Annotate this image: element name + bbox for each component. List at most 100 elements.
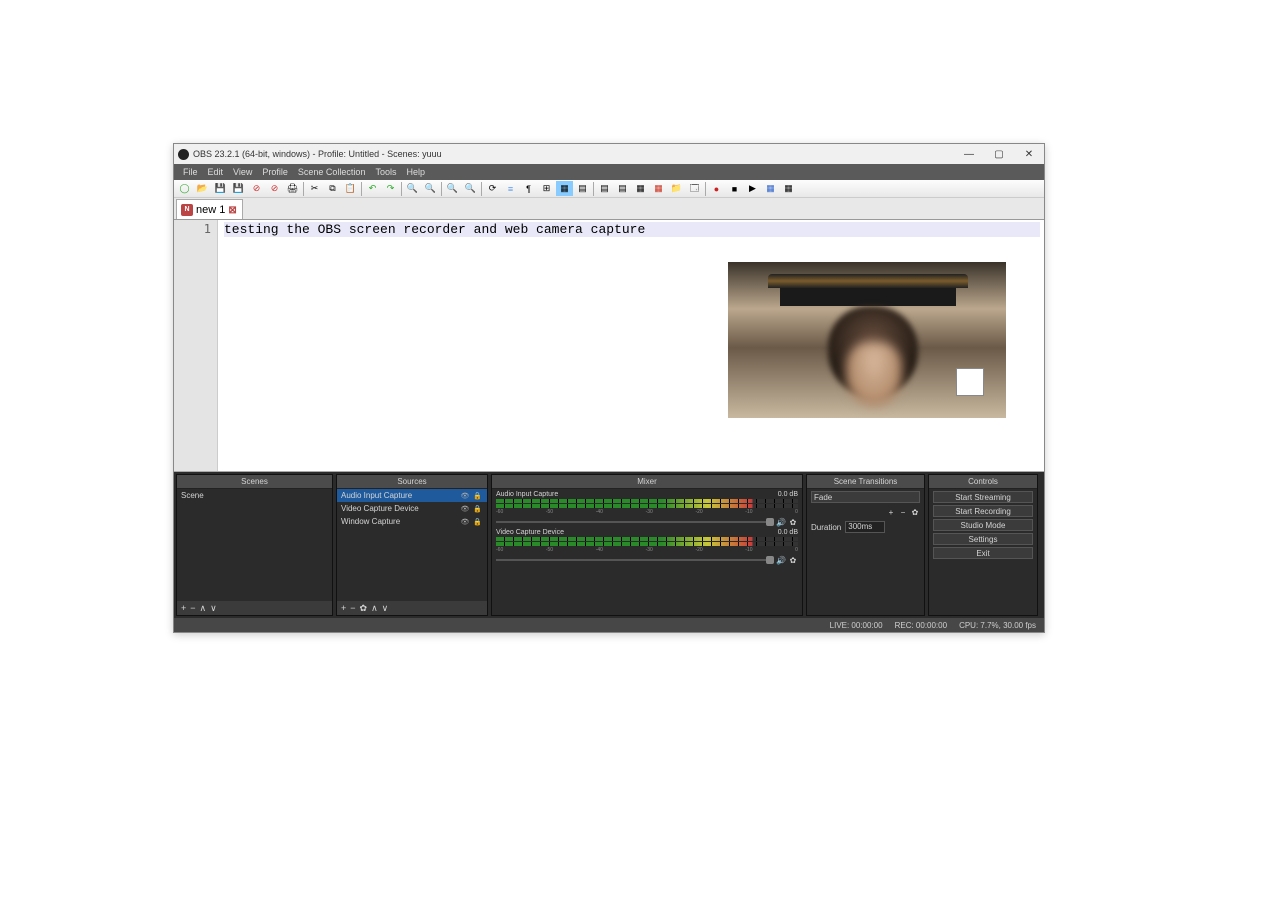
lang-icon[interactable]: ▦ xyxy=(556,181,573,196)
menu-scene-collection[interactable]: Scene Collection xyxy=(293,167,371,177)
source-item-window[interactable]: Window Capture👁 🔒 xyxy=(337,515,487,528)
menubar: File Edit View Profile Scene Collection … xyxy=(174,164,1044,180)
mixer-header[interactable]: Mixer xyxy=(492,475,802,489)
tab-close-icon[interactable]: ⊠ xyxy=(228,205,238,215)
transition-select[interactable]: Fade xyxy=(811,491,920,503)
fold-icon[interactable]: ▤ xyxy=(596,181,613,196)
zoom-in-icon[interactable]: 🔍 xyxy=(444,181,461,196)
play-icon[interactable]: ▶ xyxy=(744,181,761,196)
source-up-button[interactable]: ∧ xyxy=(371,603,378,614)
sources-header[interactable]: Sources xyxy=(337,475,487,489)
remove-transition-button[interactable]: − xyxy=(898,507,908,517)
volume-slider[interactable] xyxy=(496,521,774,523)
save-icon[interactable]: 💾 xyxy=(212,181,229,196)
save-all-icon[interactable]: 💾 xyxy=(230,181,247,196)
source-props-button[interactable]: ✿ xyxy=(360,603,368,614)
exit-button[interactable]: Exit xyxy=(933,547,1033,559)
func-list-icon[interactable]: ▦ xyxy=(650,181,667,196)
mixer-ch-name: Audio Input Capture xyxy=(496,491,558,498)
studio-mode-button[interactable]: Studio Mode xyxy=(933,519,1033,531)
scenes-footer: + − ∧ ∨ xyxy=(177,601,332,615)
meter-ticks: -60-50-40-30-20-100 xyxy=(496,509,798,515)
speaker-icon[interactable]: 🔊 xyxy=(776,555,786,565)
redo-icon[interactable]: ↷ xyxy=(382,181,399,196)
controls-header[interactable]: Controls xyxy=(929,475,1037,489)
cut-icon[interactable]: ✂ xyxy=(306,181,323,196)
menu-profile[interactable]: Profile xyxy=(257,167,293,177)
visibility-icon[interactable]: 👁 🔒 xyxy=(460,518,483,526)
paste-icon[interactable]: 📋 xyxy=(342,181,359,196)
close-all-icon[interactable]: ⊘ xyxy=(266,181,283,196)
zoom-out-icon[interactable]: 🔍 xyxy=(462,181,479,196)
record-icon[interactable]: ● xyxy=(708,181,725,196)
minimize-button[interactable]: — xyxy=(962,147,976,161)
settings-button[interactable]: Settings xyxy=(933,533,1033,545)
stop-record-icon[interactable]: ■ xyxy=(726,181,743,196)
indent-guide-icon[interactable]: ⊞ xyxy=(538,181,555,196)
transitions-dock: Scene Transitions Fade + − ✿ Duration 30… xyxy=(806,474,925,616)
open-file-icon[interactable]: 📂 xyxy=(194,181,211,196)
source-item-audio[interactable]: Audio Input Capture👁 🔒 xyxy=(337,489,487,502)
audio-meter-2 xyxy=(496,542,798,546)
menu-file[interactable]: File xyxy=(178,167,203,177)
copy-icon[interactable]: ⧉ xyxy=(324,181,341,196)
duration-input[interactable]: 300ms xyxy=(845,521,885,533)
wrap-icon[interactable]: ≡ xyxy=(502,181,519,196)
doc-switch-icon[interactable]: ▦ xyxy=(780,181,797,196)
mixer-channel-audio: Audio Input Capture0.0 dB -60-50-40-30-2… xyxy=(492,489,802,527)
audio-meter xyxy=(496,537,798,541)
add-source-button[interactable]: + xyxy=(341,603,346,613)
scene-down-button[interactable]: ∨ xyxy=(210,603,217,614)
docks-row: Scenes Scene + − ∧ ∨ Sources Audio Input… xyxy=(174,472,1044,618)
start-streaming-button[interactable]: Start Streaming xyxy=(933,491,1033,503)
scenes-header[interactable]: Scenes xyxy=(177,475,332,489)
source-item-video[interactable]: Video Capture Device👁 🔒 xyxy=(337,502,487,515)
sync-icon[interactable]: ⟳ xyxy=(484,181,501,196)
unfold-icon[interactable]: ▤ xyxy=(614,181,631,196)
undo-icon[interactable]: ↶ xyxy=(364,181,381,196)
close-file-icon[interactable]: ⊘ xyxy=(248,181,265,196)
scene-up-button[interactable]: ∧ xyxy=(200,603,207,614)
gear-icon[interactable]: ✿ xyxy=(788,517,798,527)
meter-ticks: -60-50-40-30-20-100 xyxy=(496,547,798,553)
tab-new1[interactable]: N new 1 ⊠ xyxy=(176,199,243,219)
picture-frame xyxy=(768,274,968,288)
print-icon[interactable]: 🖨 xyxy=(284,181,301,196)
remove-scene-button[interactable]: − xyxy=(190,603,195,613)
find-icon[interactable]: 🔍 xyxy=(404,181,421,196)
doc-map-icon[interactable]: ▤ xyxy=(574,181,591,196)
titlebar[interactable]: OBS 23.2.1 (64-bit, windows) - Profile: … xyxy=(174,144,1044,164)
menu-view[interactable]: View xyxy=(228,167,257,177)
replace-icon[interactable]: 🔍 xyxy=(422,181,439,196)
mixer-channel-video: Video Capture Device0.0 dB -60-50-40-30-… xyxy=(492,527,802,565)
tab-label: new 1 xyxy=(196,204,225,216)
scene-item[interactable]: Scene xyxy=(177,489,332,502)
transitions-header[interactable]: Scene Transitions xyxy=(807,475,924,489)
maximize-button[interactable]: ▢ xyxy=(992,147,1006,161)
visibility-icon[interactable]: 👁 🔒 xyxy=(460,505,483,513)
folder-icon[interactable]: 📁 xyxy=(668,181,685,196)
ws-icon[interactable]: ▦ xyxy=(632,181,649,196)
menu-tools[interactable]: Tools xyxy=(370,167,401,177)
plugin-icon[interactable]: ▦ xyxy=(762,181,779,196)
speaker-icon[interactable]: 🔊 xyxy=(776,517,786,527)
add-transition-button[interactable]: + xyxy=(886,507,896,517)
tabbar: N new 1 ⊠ xyxy=(174,198,1044,220)
close-button[interactable]: ✕ xyxy=(1022,147,1036,161)
start-recording-button[interactable]: Start Recording xyxy=(933,505,1033,517)
remove-source-button[interactable]: − xyxy=(350,603,355,613)
visibility-icon[interactable]: 👁 🔒 xyxy=(460,492,483,500)
volume-slider[interactable] xyxy=(496,559,774,561)
menu-help[interactable]: Help xyxy=(401,167,430,177)
line-number-gutter: 1 xyxy=(174,220,218,471)
hidden-chars-icon[interactable]: ¶ xyxy=(520,181,537,196)
menu-edit[interactable]: Edit xyxy=(203,167,229,177)
add-scene-button[interactable]: + xyxy=(181,603,186,613)
source-down-button[interactable]: ∨ xyxy=(382,603,389,614)
code-area[interactable]: testing the OBS screen recorder and web … xyxy=(218,220,1044,471)
transition-props-button[interactable]: ✿ xyxy=(910,507,920,517)
webcam-overlay xyxy=(728,262,1006,418)
new-file-icon[interactable]: ◯ xyxy=(176,181,193,196)
monitor-icon[interactable]: 🗔 xyxy=(686,181,703,196)
gear-icon[interactable]: ✿ xyxy=(788,555,798,565)
